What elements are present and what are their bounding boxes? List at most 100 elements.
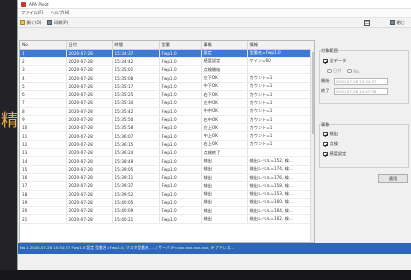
table-cell: 2020-07-28: [66, 107, 113, 116]
table-cell: Fwp1.0: [159, 190, 202, 199]
table-cell: Fwp1.0: [159, 57, 202, 67]
log-table: No. 日付 時間 型番 事象 情報 1 2020-07-28 15:34:37 Fwp1.0 設…: [19, 40, 315, 243]
table-row[interactable]: 10 2020-07-28 15:35:58 Fwp1.0 左上OK カウント=1: [20, 123, 314, 133]
table-row[interactable]: 12 2020-07-28 15:36:15 Fwp1.0 右上OK カウント=1: [20, 140, 314, 150]
table-cell: 15:35:01: [112, 65, 160, 75]
table-cell: カウント=1: [247, 107, 314, 116]
radio-date[interactable]: [327, 68, 332, 74]
menu-help[interactable]: ヘルプ(H): [50, 10, 69, 16]
menu-file[interactable]: ファイル(F): [21, 10, 43, 16]
table-cell: 8: [20, 107, 67, 116]
background-app-strip: 精: [0, 0, 18, 280]
table-cell: [247, 148, 314, 158]
table-row[interactable]: 11 2020-07-28 15:36:07 Fwp1.0 中上OK カウント=1: [20, 131, 314, 141]
scrollbar-thumb[interactable]: [311, 52, 314, 134]
open-button[interactable]: 開く(O): [20, 20, 41, 26]
apply-button[interactable]: 適用: [378, 174, 408, 183]
all-data-checkbox[interactable]: 全データ: [323, 58, 346, 64]
table-cell: Fwp1.0: [159, 49, 202, 58]
table-row[interactable]: 5 2020-07-28 15:35:17 Fwp1.0 中下OK カウント=1: [20, 82, 314, 92]
table-cell: 15:40:09: [112, 206, 160, 216]
status-bar: No.1 2020-07-28 15:34:37 Fwp1.0 設定 型番名=F…: [18, 243, 411, 254]
table-row[interactable]: 3 2020-07-28 15:35:01 Fwp1.0 点検開始: [20, 65, 314, 75]
table-row[interactable]: 4 2020-07-28 15:35:08 Fwp1.0 左下OK カウント=1: [20, 73, 314, 83]
table-row[interactable]: 2 2020-07-28 15:34:42 Fwp1.0 感度設定 ゲイン=60: [20, 57, 314, 67]
table-row[interactable]: 19 2020-07-28 15:40:05 Fwp1.0 検出 検出レベル=160, 検…: [20, 198, 314, 208]
close-panel-button[interactable]: 閉じ: [390, 20, 405, 26]
table-cell: 13: [20, 148, 67, 158]
table-cell: 2020-07-28: [66, 123, 113, 133]
table-cell: 15:39:11: [112, 173, 160, 183]
table-cell: 2020-07-28: [66, 173, 113, 183]
end-datetime-field[interactable]: 2020-07-28 15:47:36: [334, 88, 388, 95]
table-cell: 検出レベル=153, 検...: [247, 190, 314, 199]
event-checkbox[interactable]: 検出: [323, 131, 338, 137]
table-cell: 2020-07-28: [66, 90, 113, 100]
table-cell: 2020-07-28: [66, 82, 113, 92]
table-row[interactable]: 9 2020-07-28 15:35:50 Fwp1.0 右中OK カウント=1: [20, 115, 314, 125]
table-cell: 左中OK: [201, 98, 248, 108]
column-header[interactable]: 日付: [66, 41, 113, 50]
table-cell: 検出: [201, 214, 248, 224]
table-cell: 15:34:42: [112, 57, 160, 67]
column-header[interactable]: No.: [20, 41, 67, 50]
table-row[interactable]: 20 2020-07-28 15:40:09 Fwp1.0 検出 検出レベル=164, 検…: [20, 206, 314, 216]
table-row[interactable]: 13 2020-07-28 15:36:24 Fwp1.0 点検終了: [20, 148, 314, 158]
table-cell: 6: [20, 90, 67, 100]
table-cell: 検出: [201, 181, 248, 191]
table-cell: Fwp1.0: [159, 73, 202, 83]
table-body: 1 2020-07-28 15:34:37 Fwp1.0 設定 型番名=Fwp1.0 2 20…: [20, 49, 314, 224]
end-label: 終了: [321, 88, 330, 94]
table-cell: 2020-07-28: [66, 148, 113, 158]
table-cell: 2020-07-28: [66, 198, 113, 208]
print-button[interactable]: 印刷(P): [47, 20, 68, 26]
table-row[interactable]: 16 2020-07-28 15:39:11 Fwp1.0 検出 検出レベル=176, 検…: [20, 173, 314, 183]
table-row[interactable]: 7 2020-07-28 15:35:34 Fwp1.0 左中OK カウント=1: [20, 98, 314, 108]
print-label: 印刷(P): [53, 19, 69, 25]
table-row[interactable]: 8 2020-07-28 15:35:42 Fwp1.0 中中OK カウント=1: [20, 107, 314, 116]
table-cell: カウント=1: [247, 98, 314, 108]
table-row[interactable]: 1 2020-07-28 15:34:37 Fwp1.0 設定 型番名=Fwp1.0: [20, 49, 314, 58]
table-cell: 15:39:52: [112, 190, 160, 199]
table-cell: 18: [20, 190, 67, 199]
table-row[interactable]: 18 2020-07-28 15:39:52 Fwp1.0 検出 検出レベル=153, 検…: [20, 190, 314, 199]
radio-number[interactable]: [347, 68, 352, 74]
event-checkbox[interactable]: 点検: [323, 141, 338, 147]
table-cell: 設定: [201, 49, 248, 58]
column-header[interactable]: 型番: [159, 41, 202, 50]
all-data-check-icon: [323, 58, 328, 64]
open-label: 開く(O): [26, 19, 42, 25]
table-cell: 15: [20, 165, 67, 174]
column-header[interactable]: 情報: [247, 41, 314, 50]
start-datetime-field[interactable]: 2020-07-28 15:34:37: [334, 78, 388, 85]
table-cell: 検出: [201, 190, 248, 199]
table-cell: 検出: [201, 173, 248, 183]
start-row: 開始 2020-07-28 15:34:37: [321, 78, 388, 85]
table-row[interactable]: 17 2020-07-28 15:39:37 Fwp1.0 検出 検出レベル=158, 検…: [20, 181, 314, 191]
window-title: APA Pivot: [29, 1, 49, 7]
table-row[interactable]: 14 2020-07-28 15:38:48 Fwp1.0 検出 検出レベル=152, 検…: [20, 156, 314, 166]
app-logo-icon: [21, 1, 26, 7]
column-header[interactable]: 時間: [112, 41, 160, 50]
table-row[interactable]: 21 2020-07-28 15:40:21 Fwp1.0 検出 検出レベル=162, 検…: [20, 214, 314, 224]
vertical-scrollbar[interactable]: [310, 49, 314, 242]
column-header[interactable]: 事象: [201, 41, 248, 50]
table-cell: 2020-07-28: [66, 190, 113, 199]
list-view-icon[interactable]: [364, 20, 370, 26]
table-cell: 検出: [201, 156, 248, 166]
end-row: 終了 2020-07-28 15:47:36: [321, 88, 388, 95]
table-header: No. 日付 時間 型番 事象 情報: [20, 41, 314, 50]
table-cell: 15:35:50: [112, 115, 160, 125]
table-cell: 左上OK: [201, 123, 248, 133]
table-cell: 2020-07-28: [66, 49, 113, 58]
table-cell: 点検開始: [201, 65, 248, 75]
table-cell: 型番名=Fwp1.0: [247, 49, 314, 58]
table-cell: 15:39:37: [112, 181, 160, 191]
table-cell: [247, 65, 314, 75]
table-cell: Fwp1.0: [159, 181, 202, 191]
event-checkbox[interactable]: 感度設定: [323, 151, 346, 157]
table-row[interactable]: 15 2020-07-28 15:39:05 Fwp1.0 検出 検出レベル=174, 検…: [20, 165, 314, 174]
table-cell: 中下OK: [201, 82, 248, 92]
start-label: 開始: [321, 78, 330, 84]
table-row[interactable]: 6 2020-07-28 15:35:25 Fwp1.0 右下OK カウント=1: [20, 90, 314, 100]
